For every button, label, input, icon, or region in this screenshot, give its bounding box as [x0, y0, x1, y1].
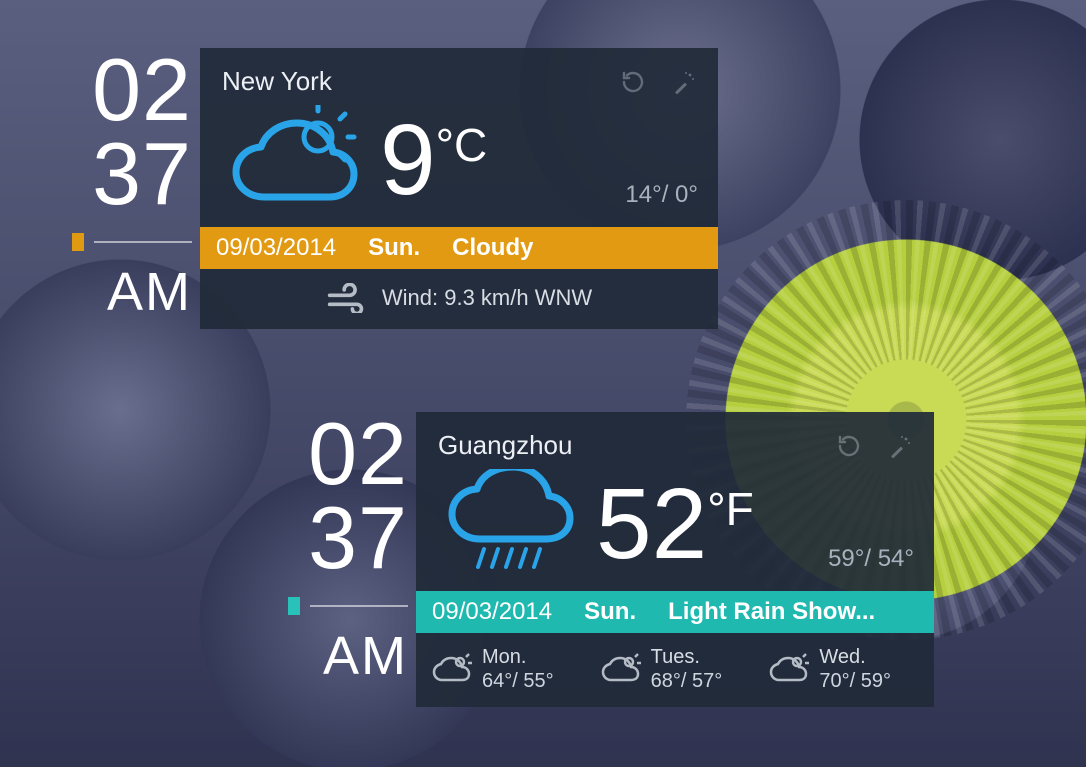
temperature: 52 °F — [596, 474, 754, 574]
rain-icon — [438, 469, 578, 579]
condition-text: Light Rain Show... — [668, 598, 875, 626]
clock: 02 37 AM — [72, 48, 200, 329]
wind-row: Wind: 9.3 km/h WNW — [200, 269, 718, 329]
forecast-day-name: Mon. — [482, 645, 554, 669]
accent-tick — [288, 597, 300, 615]
date: 09/03/2014 — [216, 234, 336, 262]
partly-cloudy-small-icon — [769, 652, 809, 686]
forecast-row: Mon. 64°/ 55° Tues. 68°/ 57° Wed. — [416, 633, 934, 707]
panel-header: New York — [200, 48, 718, 105]
partly-cloudy-small-icon — [601, 652, 641, 686]
temp-value: 52 — [596, 474, 707, 574]
temp-high: 59° — [828, 545, 864, 572]
refresh-icon[interactable] — [834, 431, 864, 461]
forecast-text: Wed. 70°/ 59° — [819, 645, 891, 693]
clock-minutes: 37 — [288, 496, 408, 580]
city-name: Guangzhou — [438, 430, 814, 461]
weekday: Sun. — [368, 234, 420, 262]
clock-separator — [72, 233, 192, 251]
current-conditions: 52 °F 59°/ 54° — [416, 469, 934, 591]
clock-hours: 02 — [72, 48, 192, 132]
high-low: 14°/ 0° — [625, 181, 698, 215]
forecast-text: Tues. 68°/ 57° — [651, 645, 723, 693]
weekday: Sun. — [584, 598, 636, 626]
forecast-day-name: Wed. — [819, 645, 891, 669]
city-name: New York — [222, 66, 598, 97]
panel-header: Guangzhou — [416, 412, 934, 469]
separator-line — [94, 241, 192, 243]
condition-text: Cloudy — [452, 234, 533, 262]
clock-hours: 02 — [288, 412, 408, 496]
temp-unit: °F — [707, 482, 754, 536]
forecast-day: Wed. 70°/ 59° — [769, 645, 918, 693]
temperature: 9 °C — [380, 110, 487, 210]
partly-cloudy-small-icon — [432, 652, 472, 686]
temp-unit: °C — [436, 118, 488, 172]
weather-panel: Guangzhou — [416, 412, 934, 707]
date-condition-bar: 09/03/2014 Sun. Light Rain Show... — [416, 591, 934, 633]
forecast-text: Mon. 64°/ 55° — [482, 645, 554, 693]
temp-low: 0° — [675, 181, 698, 208]
forecast-day: Tues. 68°/ 57° — [601, 645, 750, 693]
clock-minutes: 37 — [72, 132, 192, 216]
temp-value: 9 — [380, 110, 436, 210]
clock-separator — [288, 597, 408, 615]
temp-high: 14° — [625, 181, 661, 208]
weather-widget-newyork: 02 37 AM New York — [72, 48, 718, 329]
accent-tick — [72, 233, 84, 251]
temp-low: 54° — [878, 545, 914, 572]
forecast-day-name: Tues. — [651, 645, 723, 669]
clock-ampm: AM — [288, 625, 408, 687]
forecast-hilo: 64°/ 55° — [482, 669, 554, 693]
magic-wand-icon[interactable] — [884, 431, 914, 461]
high-low: 59°/ 54° — [828, 545, 914, 579]
clock: 02 37 AM — [288, 412, 416, 707]
forecast-hilo: 68°/ 57° — [651, 669, 723, 693]
weather-widget-guangzhou: 02 37 AM Guangzhou — [288, 412, 934, 707]
date-condition-bar: 09/03/2014 Sun. Cloudy — [200, 227, 718, 269]
wind-icon — [326, 281, 366, 315]
clock-ampm: AM — [72, 261, 192, 323]
date: 09/03/2014 — [432, 598, 552, 626]
magic-wand-icon[interactable] — [668, 67, 698, 97]
wind-text: Wind: 9.3 km/h WNW — [382, 285, 592, 311]
current-conditions: 9 °C 14°/ 0° — [200, 105, 718, 227]
forecast-day: Mon. 64°/ 55° — [432, 645, 581, 693]
weather-panel: New York — [200, 48, 718, 329]
refresh-icon[interactable] — [618, 67, 648, 97]
forecast-hilo: 70°/ 59° — [819, 669, 891, 693]
partly-cloudy-icon — [222, 105, 362, 215]
separator-line — [310, 605, 408, 607]
